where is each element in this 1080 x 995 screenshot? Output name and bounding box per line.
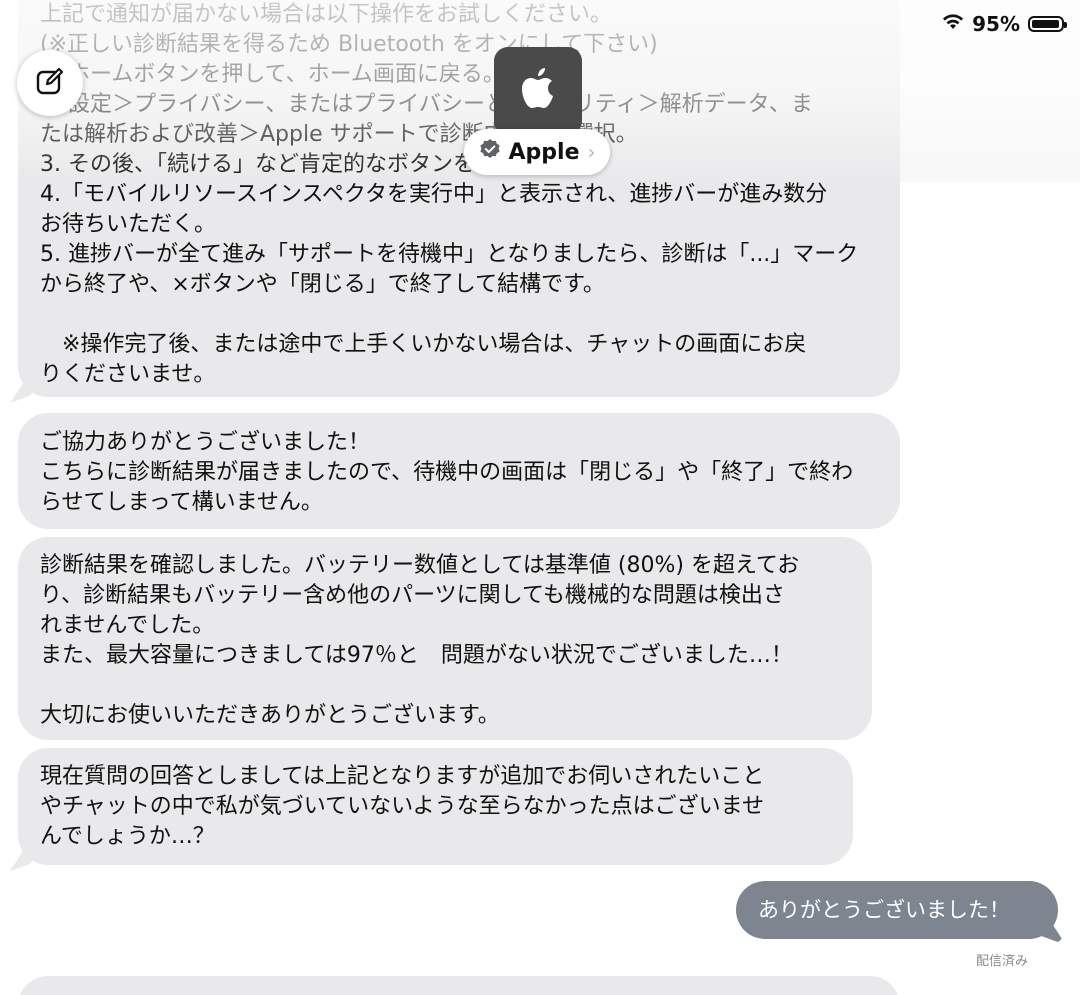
message-line: から終了や、×ボタンや「閉じる」で終了して結構です。: [40, 272, 605, 297]
message-line: 大切にお使いいただきありがとうございます。: [40, 703, 500, 728]
message-line: [40, 300, 878, 330]
message-line: り、診断結果もバッテリー含め他のパーツに関しても機械的な問題は検出さ: [40, 583, 785, 608]
contact-avatar[interactable]: [494, 47, 582, 135]
contact-name-button[interactable]: Apple ›: [464, 129, 610, 175]
bubble-tail: [1042, 923, 1066, 945]
message-line: 診断結果を確認しました。バッテリー数値としては基準値 (80%) を超えてお: [40, 553, 800, 578]
message-line: 2. 設定＞プライバシー、またはプライバシーとセキュリティ＞解析データ、ま: [40, 92, 813, 117]
message-line: 5. 進捗バーが全て進み「サポートを待機中」となりましたら、診断は「...」マー…: [40, 242, 859, 267]
message-line: 現在質問の回答としましては上記となりますが追加でお伺いされたいこと: [40, 764, 765, 789]
message-line: らせてしまって構いません。: [40, 490, 323, 515]
apple-logo-icon: [518, 66, 558, 116]
message-line: 1. ホームボタンを押して、ホーム画面に戻る。: [40, 62, 505, 87]
message-line: やチャットの中で私が気づいていないような至らなかった点はございませ: [40, 794, 765, 819]
delivery-status: 配信済み: [975, 954, 1028, 969]
message-line: また、最大容量につきましては97％と 問題がない状況でございました…！: [40, 643, 793, 668]
contact-name: Apple: [508, 139, 580, 165]
battery-percent: 95%: [972, 12, 1020, 36]
message-line: ご協力ありがとうございました！: [40, 430, 371, 455]
message-line: れませんでした。: [40, 613, 215, 638]
bubble-tail: [10, 381, 34, 403]
message-line: りくださいませ。: [40, 362, 216, 387]
compose-icon: [34, 65, 66, 101]
verified-badge-icon: [479, 138, 501, 166]
message-line: 3. その後、「続ける」など肯定的なボタンをタップ。: [40, 152, 563, 177]
message-line: ありがとうございました！: [758, 898, 1010, 922]
message-line: お待ちいただく。: [40, 212, 217, 237]
message-bubble-incoming[interactable]: 上記で通知が届かない場合は以下操作をお試しください。 (※正しい診断結果を得るた…: [10, 0, 900, 403]
message-line: [40, 671, 850, 701]
wifi-icon: [942, 12, 964, 36]
message-bubble-incoming[interactable]: [18, 976, 900, 995]
message-bubble-incoming[interactable]: ご協力ありがとうございました！ こちらに診断結果が届きましたので、待機中の画面は…: [18, 413, 900, 529]
messages-screen: 上記で通知が届かない場合は以下操作をお試しください。 (※正しい診断結果を得るた…: [0, 0, 1080, 995]
bubble-tail: [10, 849, 34, 871]
message-line: ※操作完了後、または途中で上手くいかない場合は、チャットの画面にお戻: [40, 332, 807, 357]
message-line: んでしょうか…？: [40, 824, 215, 849]
compose-button[interactable]: [17, 50, 83, 116]
message-line: たは解析および改善＞Apple サポートで診断中の順に選択。: [40, 122, 638, 147]
status-bar: 95%: [942, 10, 1067, 38]
message-line: 4.「モバイルリソースインスペクタを実行中」と表示され、進捗バーが進み数分: [40, 182, 828, 207]
message-bubble-outgoing[interactable]: ありがとうございました！: [736, 881, 1066, 945]
message-bubble-incoming[interactable]: 現在質問の回答としましては上記となりますが追加でお伺いされたいこと やチャットの…: [10, 748, 853, 871]
chevron-right-icon: ›: [587, 140, 596, 164]
message-line: (※正しい診断結果を得るため Bluetooth をオンにして下さい): [40, 32, 658, 57]
message-line: 上記で通知が届かない場合は以下操作をお試しください。: [40, 2, 613, 27]
message-line: こちらに診断結果が届きましたので、待機中の画面は「閉じる」や「終了」で終わ: [40, 460, 854, 485]
message-bubble-incoming[interactable]: 診断結果を確認しました。バッテリー数値としては基準値 (80%) を超えてお り…: [18, 537, 872, 740]
battery-icon: [1028, 16, 1067, 32]
